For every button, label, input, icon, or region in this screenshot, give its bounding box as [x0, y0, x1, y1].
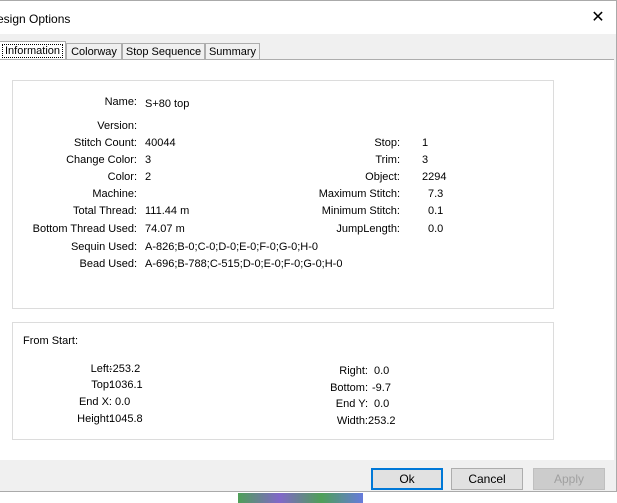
version-label: Version: [97, 120, 137, 132]
machine-label: Machine: [92, 188, 137, 200]
change-color-value: 3 [145, 154, 152, 166]
stop-label: Stop: [374, 137, 400, 149]
jump-length-value: 0.0 [428, 223, 444, 235]
change-color-label: Change Color: [66, 154, 137, 166]
end-y-value: 0.0 [374, 398, 390, 410]
apply-button[interactable]: Apply [533, 468, 605, 490]
window-title: esign Options [0, 12, 71, 26]
from-start-group: From Start: Left: -253.2 Top: 1036.1 End… [12, 322, 554, 440]
color-label: Color: [107, 171, 137, 183]
bead-used-label: Bead Used: [79, 258, 137, 270]
object-value: 2294 [422, 171, 447, 183]
tab-stop-sequence[interactable]: Stop Sequence [122, 43, 205, 60]
top-value: 1036.1 [109, 379, 143, 391]
stitch-count-value: 40044 [145, 137, 176, 149]
tab-summary[interactable]: Summary [205, 43, 260, 60]
right-label: Right: [339, 365, 368, 377]
jump-length-label: JumpLength: [336, 223, 400, 235]
total-thread-label: Total Thread: [72, 205, 137, 217]
trim-value: 3 [422, 154, 429, 166]
close-icon[interactable]: ✕ [585, 7, 611, 29]
bottom-value: -9.7 [372, 382, 391, 394]
cancel-button[interactable]: Cancel [451, 468, 523, 490]
bead-used-value: A-696;B-788;C-515;D-0;E-0;F-0;G-0;H-0 [145, 258, 343, 270]
bottom-thread-label: Bottom Thread Used: [32, 223, 137, 235]
object-label: Object: [365, 171, 400, 183]
height-value: 1045.8 [109, 413, 143, 425]
trim-label: Trim: [375, 154, 400, 166]
right-value: 0.0 [374, 365, 390, 377]
minimum-stitch-value: 0.1 [428, 205, 444, 217]
name-value: S+80 top [145, 98, 190, 110]
stitch-count-label: Stitch Count: [74, 137, 137, 149]
tab-colorway-label: Colorway [71, 46, 117, 58]
color-value: 2 [145, 171, 152, 183]
width-label: Width: [336, 415, 368, 427]
design-options-dialog: esign Options ✕ Information Colorway Sto… [0, 0, 617, 492]
sequin-used-label: Sequin Used: [70, 241, 137, 253]
end-x-value: 0.0 [115, 396, 131, 408]
bottom-label: Bottom: [330, 382, 368, 394]
total-thread-value: 111.44 m [145, 205, 190, 217]
tab-information[interactable]: Information [0, 41, 66, 61]
bottom-thread-value: 74.07 m [145, 223, 185, 235]
ok-button[interactable]: Ok [371, 468, 443, 490]
name-label: Name: [104, 96, 137, 108]
from-start-heading: From Start: [23, 335, 79, 347]
width-value: 253.2 [368, 415, 396, 427]
left-value: -253.2 [109, 363, 141, 375]
tab-summary-label: Summary [208, 46, 257, 58]
tab-information-label: Information [1, 44, 64, 58]
tab-colorway[interactable]: Colorway [66, 43, 122, 60]
maximum-stitch-value: 7.3 [428, 188, 444, 200]
end-y-label: End Y: [335, 398, 368, 410]
background-embroidery-fragment-bottom [238, 493, 363, 503]
maximum-stitch-label: Maximum Stitch: [318, 188, 400, 200]
sequin-used-value: A-826;B-0;C-0;D-0;E-0;F-0;G-0;H-0 [145, 241, 318, 253]
height-label: Height: [77, 413, 112, 425]
minimum-stitch-label: Minimum Stitch: [321, 205, 400, 217]
end-x-label: End X: [78, 396, 112, 408]
stop-value: 1 [422, 137, 429, 149]
tab-stop-sequence-label: Stop Sequence [125, 46, 202, 58]
information-tab-page: Name: S+80 top Version: Stitch Count: 40… [0, 59, 614, 460]
title-bar: esign Options ✕ [0, 1, 616, 34]
design-info-group: Name: S+80 top Version: Stitch Count: 40… [12, 80, 554, 309]
